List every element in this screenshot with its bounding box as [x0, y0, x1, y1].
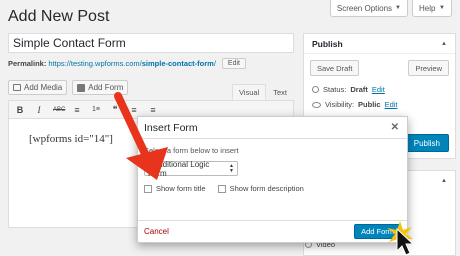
show-title-label: Show form title — [156, 184, 206, 193]
publish-header[interactable]: Publish ▲ — [304, 34, 455, 54]
publish-heading: Publish — [312, 38, 343, 49]
visibility-row: Visibility: Public Edit — [304, 97, 455, 112]
visibility-edit-link[interactable]: Edit — [385, 100, 398, 109]
tab-visual[interactable]: Visual — [231, 84, 267, 100]
wpforms-icon — [77, 83, 86, 92]
collapse-icon[interactable]: ▲ — [441, 178, 447, 184]
add-media-button[interactable]: Add Media — [8, 80, 68, 95]
permalink-prefix: https://testing.wpforms.com/ — [48, 59, 142, 68]
permalink-slug: simple-contact-form — [141, 59, 214, 68]
page-title: Add New Post — [8, 8, 110, 25]
align-left-button[interactable]: ≡ — [129, 105, 139, 115]
add-form-label: Add Form — [88, 83, 124, 92]
add-media-label: Add Media — [24, 83, 63, 92]
status-label: Status: — [323, 85, 347, 94]
editor-tabs: Visual Text — [231, 84, 294, 100]
permalink-row: Permalink: https://testing.wpforms.com/s… — [8, 58, 246, 69]
status-value: Draft — [350, 85, 368, 94]
bullet-list-button[interactable]: ≡ — [72, 105, 82, 115]
numbered-list-button[interactable]: 1≡ — [91, 106, 101, 113]
show-description-label: Show form description — [229, 184, 304, 193]
eye-icon — [312, 101, 321, 108]
preview-button[interactable]: Preview — [408, 60, 449, 76]
caret-down-icon: ▼ — [395, 5, 401, 11]
permalink-link[interactable]: https://testing.wpforms.com/simple-conta… — [48, 59, 216, 68]
show-title-option[interactable]: Show form title — [144, 184, 206, 193]
form-select[interactable]: Conditional Logic Form ▲ ▼ — [144, 159, 238, 178]
show-description-option[interactable]: Show form description — [217, 184, 304, 193]
help-label: Help — [419, 3, 436, 13]
align-center-button[interactable]: ≡ — [148, 105, 158, 115]
permalink-suffix: / — [213, 59, 216, 68]
screen-options-label: Screen Options — [336, 3, 393, 13]
add-form-button[interactable]: Add Form — [72, 80, 129, 95]
status-row: Status: Draft Edit — [304, 82, 455, 97]
media-buttons: Add Media Add Form — [8, 80, 129, 95]
tab-text[interactable]: Text — [266, 84, 294, 100]
permalink-edit-button[interactable]: Edit — [221, 58, 246, 69]
strikethrough-button[interactable]: ABC — [53, 107, 65, 113]
pin-icon — [312, 86, 319, 93]
permalink-label: Permalink: — [8, 59, 47, 68]
editor-content: [wpforms id="14"] — [29, 133, 113, 145]
caret-down-icon: ▼ — [439, 5, 445, 11]
insert-form-modal: Insert Form ✕ Select a form below to ins… — [137, 116, 408, 243]
show-description-checkbox[interactable] — [217, 184, 226, 193]
cancel-link[interactable]: Cancel — [144, 227, 169, 236]
modal-instruction: Select a form below to insert — [144, 146, 239, 155]
select-arrows-icon: ▲ ▼ — [229, 162, 234, 174]
publish-button[interactable]: Publish — [404, 134, 449, 152]
bold-button[interactable]: B — [15, 105, 25, 115]
screen-options-tab[interactable]: Screen Options ▼ — [329, 0, 408, 17]
save-draft-button[interactable]: Save Draft — [310, 60, 360, 76]
close-icon[interactable]: ✕ — [391, 122, 399, 133]
status-edit-link[interactable]: Edit — [372, 85, 385, 94]
show-title-checkbox[interactable] — [144, 184, 152, 193]
cursor-icon — [387, 221, 414, 256]
selected-form: Conditional Logic Form — [148, 159, 210, 178]
visibility-value: Public — [358, 100, 381, 109]
post-title-input[interactable]: Simple Contact Form — [8, 33, 294, 53]
media-icon — [13, 84, 21, 91]
italic-button[interactable]: I — [34, 105, 44, 115]
modal-title: Insert Form — [144, 121, 198, 134]
blockquote-button[interactable]: ❝ — [110, 104, 120, 115]
help-tab[interactable]: Help ▼ — [412, 0, 452, 17]
visibility-label: Visibility: — [325, 100, 355, 109]
collapse-icon[interactable]: ▲ — [441, 41, 447, 47]
